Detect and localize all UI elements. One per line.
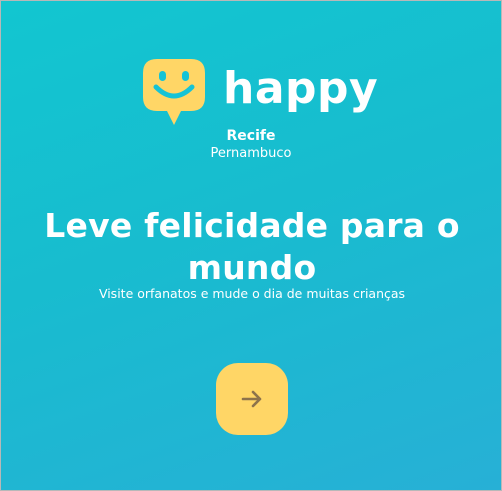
hero-headline: Leve felicidade para o mundo [44,206,460,287]
landing-page: happy Recife Pernambuco Leve felicidade … [0,0,502,491]
location-city: Recife [226,128,276,144]
location-info: Recife Pernambuco [191,128,311,162]
smiling-chat-bubble-icon [143,59,205,125]
location-state: Pernambuco [210,146,292,161]
brand-logo: happy [143,59,378,127]
arrow-right-icon [241,390,262,408]
hero-subtitle: Visite orfanatos e mude o dia de muitas … [98,286,406,301]
brand-name: happy [223,63,379,114]
enter-app-button[interactable] [216,363,288,435]
